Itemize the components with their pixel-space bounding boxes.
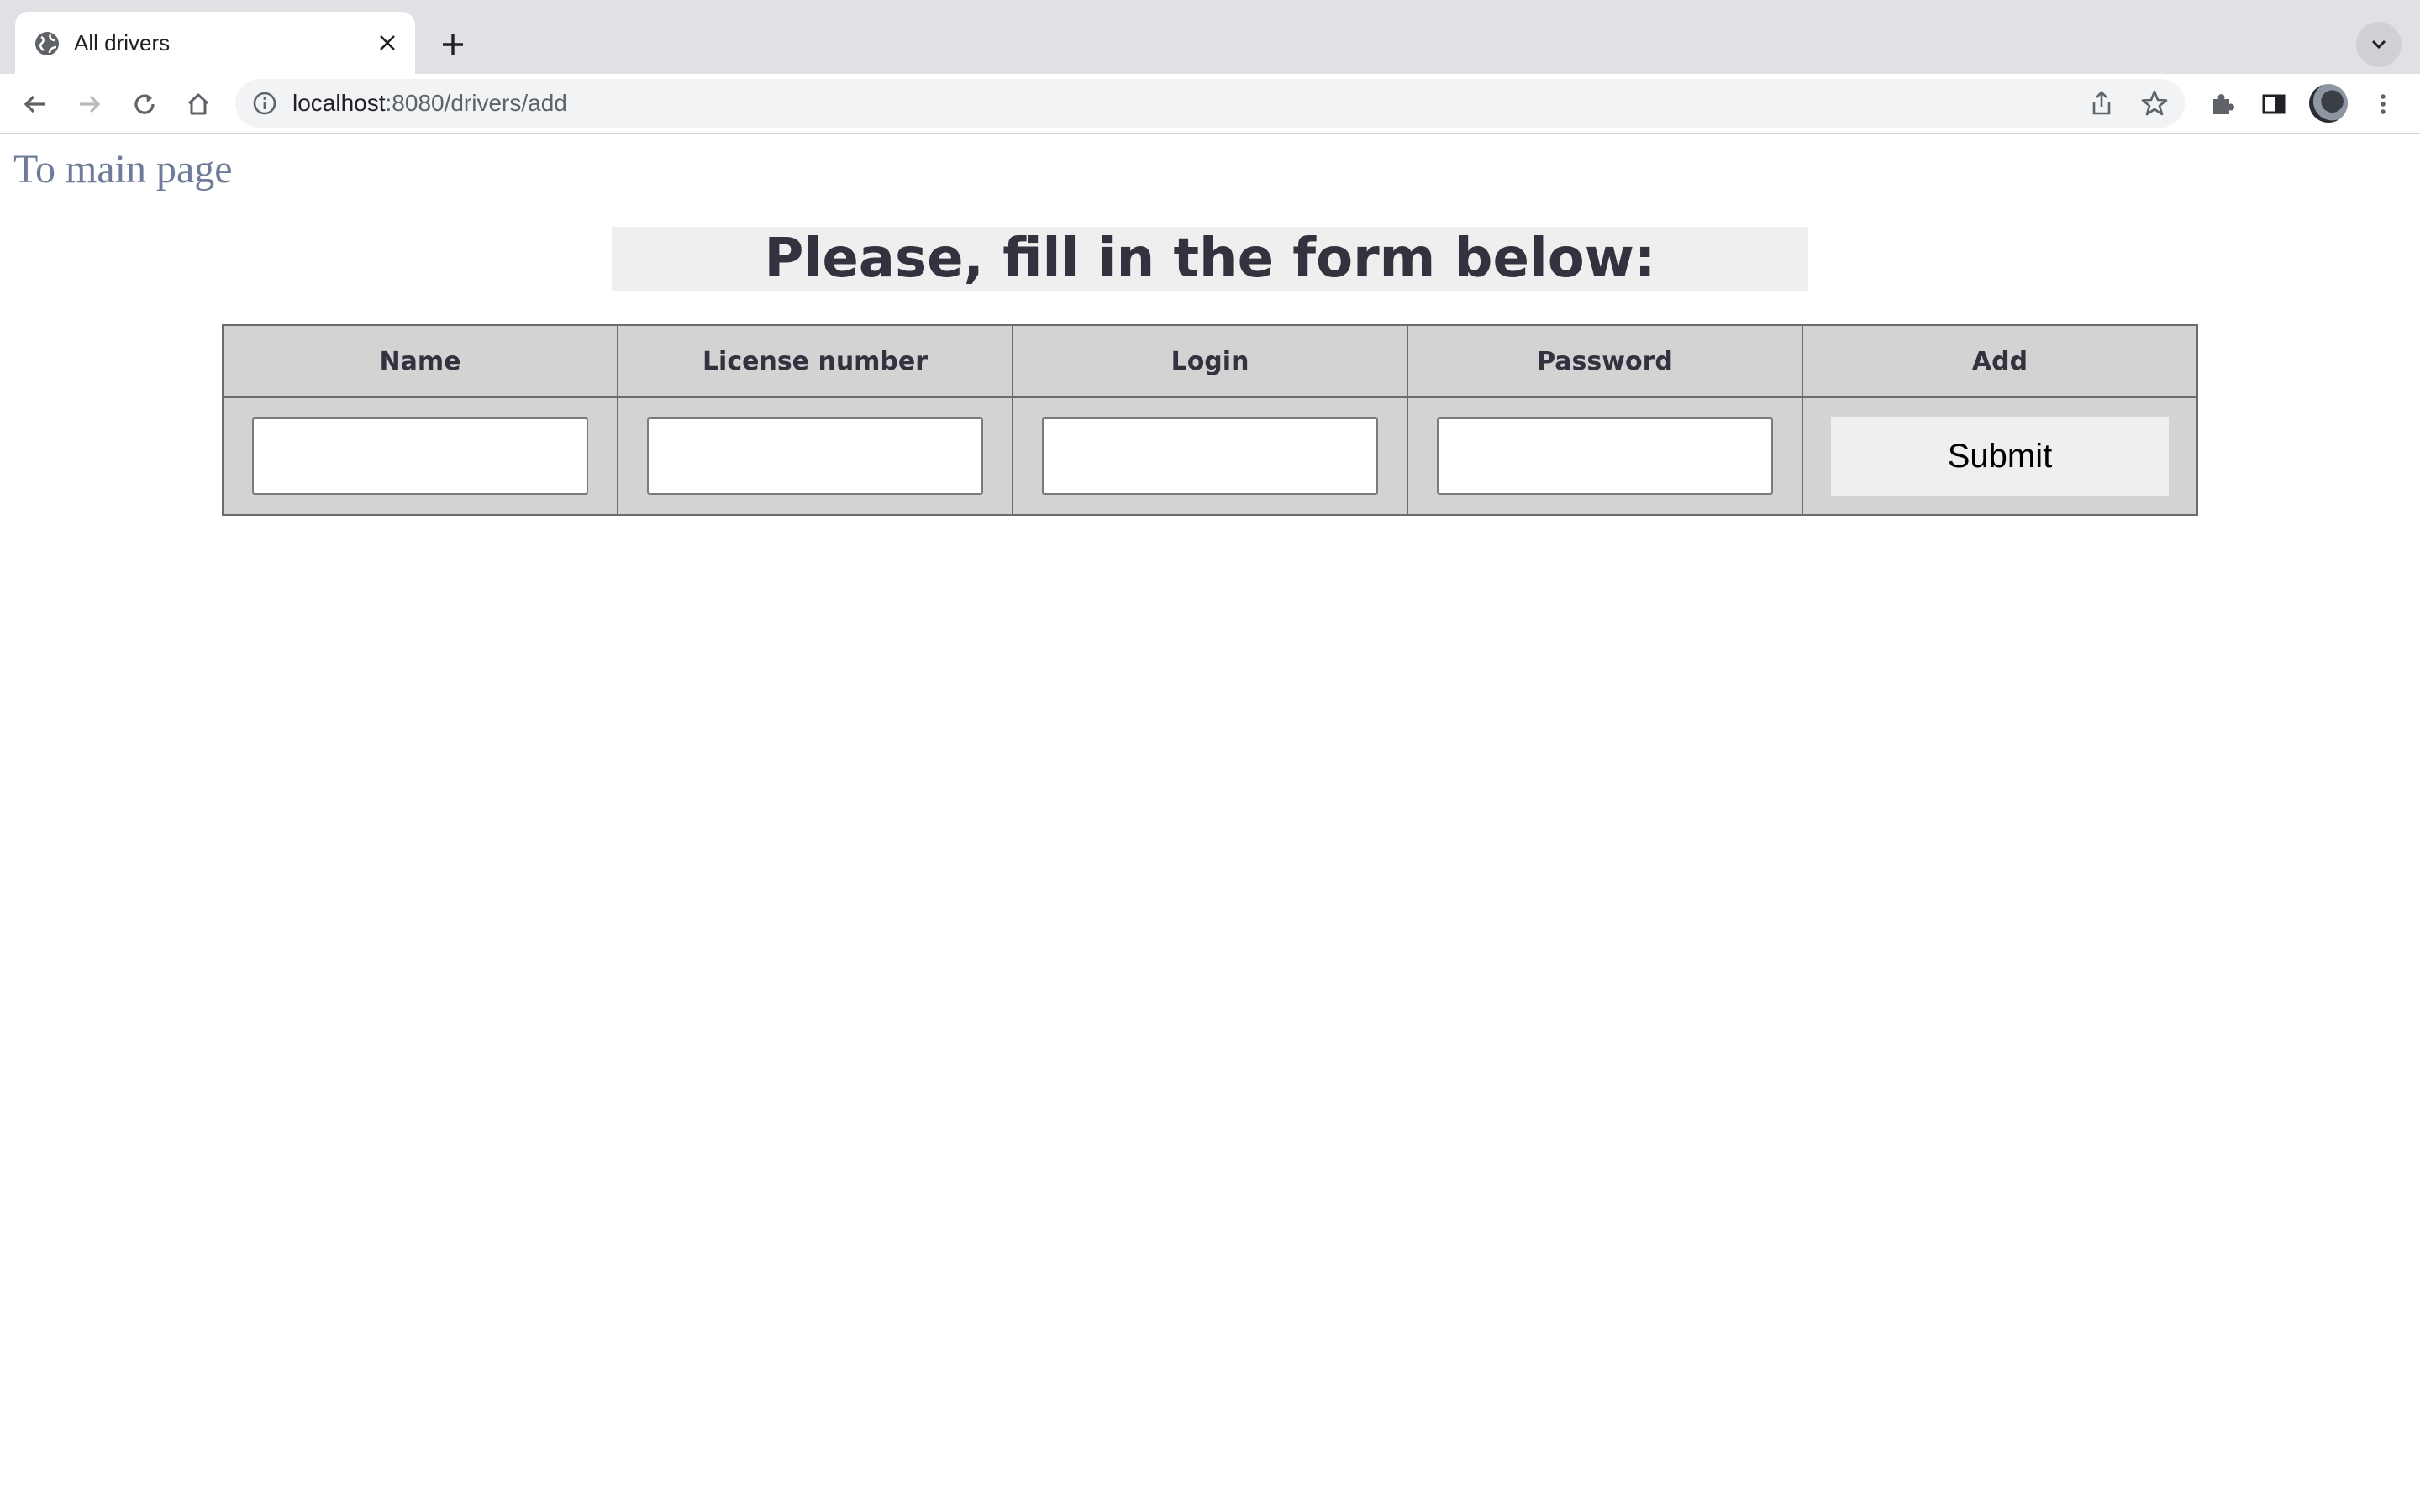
browser-tab[interactable]: All drivers	[15, 12, 415, 74]
back-button[interactable]	[13, 82, 57, 126]
info-icon[interactable]	[252, 91, 277, 116]
globe-icon	[35, 32, 59, 55]
page-content: To main page Please, fill in the form be…	[0, 134, 2420, 1512]
url-host: localhost	[292, 90, 386, 116]
add-cell: Submit	[1802, 396, 2198, 516]
password-cell	[1407, 396, 1803, 516]
browser-toolbar: localhost:8080/drivers/add	[0, 74, 2420, 134]
side-panel-icon	[2262, 94, 2286, 114]
new-tab-button[interactable]	[430, 22, 476, 67]
login-cell	[1012, 396, 1408, 516]
tab-strip: All drivers	[0, 0, 2420, 74]
reload-icon	[134, 94, 155, 114]
license-number-field[interactable]	[647, 417, 983, 495]
driver-form-table: Name License number Login Password Add S…	[222, 324, 2198, 516]
tab-title: All drivers	[74, 30, 171, 55]
column-header-license-number: License number	[617, 324, 1013, 398]
column-header-add: Add	[1802, 324, 2198, 398]
name-cell	[222, 396, 618, 516]
table-header-row: Name License number Login Password Add	[222, 324, 2198, 398]
extensions-button[interactable]	[2200, 82, 2244, 126]
url-path: :8080/drivers/add	[385, 90, 567, 116]
main-page-link[interactable]: To main page	[13, 146, 233, 192]
side-panel-button[interactable]	[2252, 82, 2296, 126]
reload-button[interactable]	[123, 82, 166, 126]
password-field[interactable]	[1437, 417, 1773, 495]
url-text: localhost:8080/drivers/add	[292, 90, 567, 117]
puzzle-icon	[2213, 94, 2234, 114]
license-number-cell	[617, 396, 1013, 516]
forward-arrow-icon	[80, 95, 101, 113]
close-icon[interactable]	[371, 27, 403, 59]
kebab-menu-icon	[2381, 94, 2386, 114]
column-header-name: Name	[222, 324, 618, 398]
column-header-password: Password	[1407, 324, 1803, 398]
page-title: Please, fill in the form below:	[612, 227, 1808, 291]
table-row: Submit	[222, 396, 2198, 516]
column-header-login: Login	[1012, 324, 1408, 398]
menu-button[interactable]	[2361, 82, 2405, 126]
submit-button[interactable]: Submit	[1831, 417, 2169, 496]
home-button[interactable]	[176, 82, 220, 126]
back-arrow-icon	[24, 95, 45, 113]
name-field[interactable]	[252, 417, 588, 495]
profile-avatar[interactable]	[2309, 84, 2348, 123]
address-bar[interactable]: localhost:8080/drivers/add	[235, 79, 2185, 128]
plus-icon	[443, 34, 463, 55]
tab-search-button[interactable]	[2356, 22, 2402, 67]
chevron-down-icon	[2371, 39, 2386, 50]
login-field[interactable]	[1042, 417, 1378, 495]
share-icon[interactable]	[2087, 89, 2116, 118]
forward-button[interactable]	[67, 82, 111, 126]
home-icon	[187, 93, 209, 115]
bookmark-star-icon[interactable]	[2139, 88, 2170, 118]
